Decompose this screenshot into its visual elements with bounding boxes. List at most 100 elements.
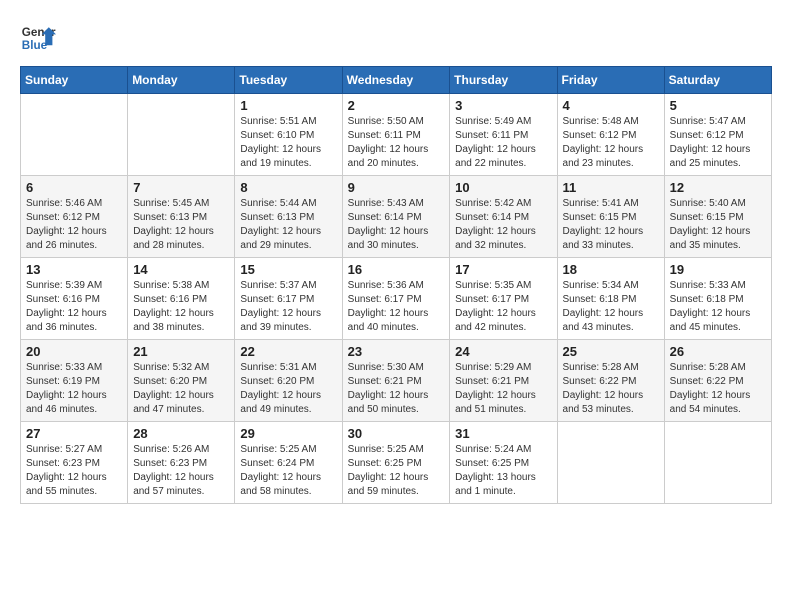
- calendar-cell: [21, 94, 128, 176]
- calendar-cell: [557, 422, 664, 504]
- week-row-1: 1Sunrise: 5:51 AMSunset: 6:10 PMDaylight…: [21, 94, 772, 176]
- weekday-header-friday: Friday: [557, 67, 664, 94]
- calendar-cell: 11 Sunrise: 5:41 AMSunset: 6:15 PMDayligh…: [557, 176, 664, 258]
- calendar-cell: 6 Sunrise: 5:46 AMSunset: 6:12 PMDaylight…: [21, 176, 128, 258]
- day-info: Sunrise: 5:35 AMSunset: 6:17 PMDaylight:…: [455, 279, 551, 335]
- day-info: Sunrise: 5:43 AMSunset: 6:14 PMDaylight:…: [348, 197, 445, 253]
- day-number: 25: [563, 344, 659, 359]
- day-number: 6: [26, 180, 122, 195]
- calendar-table: SundayMondayTuesdayWednesdayThursdayFrid…: [20, 66, 772, 504]
- calendar-cell: 10Sunrise: 5:42 AMSunset: 6:14 PMDayligh…: [450, 176, 557, 258]
- day-number: 5: [670, 98, 766, 113]
- day-number: 27: [26, 426, 122, 441]
- logo-icon: General Blue: [20, 20, 56, 56]
- calendar-cell: 15 Sunrise: 5:37 AMSunset: 6:17 PMDayligh…: [235, 258, 342, 340]
- week-row-3: 13 Sunrise: 5:39 AMSunset: 6:16 PMDayligh…: [21, 258, 772, 340]
- day-info: Sunrise: 5:37 AMSunset: 6:17 PMDaylight:…: [240, 279, 336, 335]
- day-number: 23: [348, 344, 445, 359]
- calendar-cell: 24 Sunrise: 5:29 AMSunset: 6:21 PMDayligh…: [450, 340, 557, 422]
- day-number: 3: [455, 98, 551, 113]
- day-number: 9: [348, 180, 445, 195]
- weekday-header-wednesday: Wednesday: [342, 67, 450, 94]
- calendar-cell: 18 Sunrise: 5:34 AMSunset: 6:18 PMDayligh…: [557, 258, 664, 340]
- calendar-cell: 12 Sunrise: 5:40 AMSunset: 6:15 PMDayligh…: [664, 176, 771, 258]
- day-number: 19: [670, 262, 766, 277]
- calendar-cell: 20Sunrise: 5:33 AMSunset: 6:19 PMDayligh…: [21, 340, 128, 422]
- day-info: Sunrise: 5:32 AMSunset: 6:20 PMDaylight:…: [133, 361, 229, 417]
- calendar-cell: 26 Sunrise: 5:28 AMSunset: 6:22 PMDayligh…: [664, 340, 771, 422]
- day-number: 22: [240, 344, 336, 359]
- calendar-cell: 21 Sunrise: 5:32 AMSunset: 6:20 PMDayligh…: [128, 340, 235, 422]
- weekday-header-tuesday: Tuesday: [235, 67, 342, 94]
- calendar-cell: 19 Sunrise: 5:33 AMSunset: 6:18 PMDayligh…: [664, 258, 771, 340]
- calendar-cell: 13 Sunrise: 5:39 AMSunset: 6:16 PMDayligh…: [21, 258, 128, 340]
- day-number: 31: [455, 426, 551, 441]
- day-number: 17: [455, 262, 551, 277]
- calendar-cell: 5 Sunrise: 5:47 AMSunset: 6:12 PMDaylight…: [664, 94, 771, 176]
- day-info: Sunrise: 5:25 AMSunset: 6:25 PMDaylight:…: [348, 443, 445, 499]
- week-row-4: 20Sunrise: 5:33 AMSunset: 6:19 PMDayligh…: [21, 340, 772, 422]
- day-number: 11: [563, 180, 659, 195]
- calendar-cell: 28Sunrise: 5:26 AMSunset: 6:23 PMDayligh…: [128, 422, 235, 504]
- day-info: Sunrise: 5:50 AMSunset: 6:11 PMDaylight:…: [348, 115, 445, 171]
- day-info: Sunrise: 5:33 AMSunset: 6:19 PMDaylight:…: [26, 361, 122, 417]
- day-number: 7: [133, 180, 229, 195]
- day-number: 18: [563, 262, 659, 277]
- day-info: Sunrise: 5:41 AMSunset: 6:15 PMDaylight:…: [563, 197, 659, 253]
- day-info: Sunrise: 5:25 AMSunset: 6:24 PMDaylight:…: [240, 443, 336, 499]
- day-info: Sunrise: 5:29 AMSunset: 6:21 PMDaylight:…: [455, 361, 551, 417]
- day-info: Sunrise: 5:33 AMSunset: 6:18 PMDaylight:…: [670, 279, 766, 335]
- day-info: Sunrise: 5:28 AMSunset: 6:22 PMDaylight:…: [563, 361, 659, 417]
- day-number: 2: [348, 98, 445, 113]
- day-number: 28: [133, 426, 229, 441]
- weekday-header-row: SundayMondayTuesdayWednesdayThursdayFrid…: [21, 67, 772, 94]
- day-info: Sunrise: 5:40 AMSunset: 6:15 PMDaylight:…: [670, 197, 766, 253]
- calendar-cell: 1Sunrise: 5:51 AMSunset: 6:10 PMDaylight…: [235, 94, 342, 176]
- calendar-cell: 25 Sunrise: 5:28 AMSunset: 6:22 PMDayligh…: [557, 340, 664, 422]
- week-row-5: 27 Sunrise: 5:27 AMSunset: 6:23 PMDayligh…: [21, 422, 772, 504]
- day-number: 10: [455, 180, 551, 195]
- day-number: 30: [348, 426, 445, 441]
- calendar-cell: 2 Sunrise: 5:50 AMSunset: 6:11 PMDaylight…: [342, 94, 450, 176]
- day-info: Sunrise: 5:30 AMSunset: 6:21 PMDaylight:…: [348, 361, 445, 417]
- day-number: 29: [240, 426, 336, 441]
- calendar-cell: 14 Sunrise: 5:38 AMSunset: 6:16 PMDayligh…: [128, 258, 235, 340]
- day-number: 12: [670, 180, 766, 195]
- day-number: 26: [670, 344, 766, 359]
- day-info: Sunrise: 5:28 AMSunset: 6:22 PMDaylight:…: [670, 361, 766, 417]
- day-info: Sunrise: 5:48 AMSunset: 6:12 PMDaylight:…: [563, 115, 659, 171]
- day-number: 15: [240, 262, 336, 277]
- day-number: 13: [26, 262, 122, 277]
- day-info: Sunrise: 5:39 AMSunset: 6:16 PMDaylight:…: [26, 279, 122, 335]
- day-number: 21: [133, 344, 229, 359]
- day-number: 14: [133, 262, 229, 277]
- day-info: Sunrise: 5:36 AMSunset: 6:17 PMDaylight:…: [348, 279, 445, 335]
- weekday-header-thursday: Thursday: [450, 67, 557, 94]
- calendar-cell: 23 Sunrise: 5:30 AMSunset: 6:21 PMDayligh…: [342, 340, 450, 422]
- calendar-cell: 9 Sunrise: 5:43 AMSunset: 6:14 PMDaylight…: [342, 176, 450, 258]
- day-info: Sunrise: 5:47 AMSunset: 6:12 PMDaylight:…: [670, 115, 766, 171]
- day-info: Sunrise: 5:49 AMSunset: 6:11 PMDaylight:…: [455, 115, 551, 171]
- day-info: Sunrise: 5:51 AMSunset: 6:10 PMDaylight:…: [240, 115, 336, 171]
- calendar-cell: 29 Sunrise: 5:25 AMSunset: 6:24 PMDayligh…: [235, 422, 342, 504]
- calendar-cell: 27 Sunrise: 5:27 AMSunset: 6:23 PMDayligh…: [21, 422, 128, 504]
- day-info: Sunrise: 5:38 AMSunset: 6:16 PMDaylight:…: [133, 279, 229, 335]
- page-header: General Blue: [20, 20, 772, 56]
- calendar-cell: [664, 422, 771, 504]
- day-info: Sunrise: 5:46 AMSunset: 6:12 PMDaylight:…: [26, 197, 122, 253]
- weekday-header-saturday: Saturday: [664, 67, 771, 94]
- week-row-2: 6 Sunrise: 5:46 AMSunset: 6:12 PMDaylight…: [21, 176, 772, 258]
- weekday-header-sunday: Sunday: [21, 67, 128, 94]
- day-info: Sunrise: 5:45 AMSunset: 6:13 PMDaylight:…: [133, 197, 229, 253]
- calendar-cell: 22 Sunrise: 5:31 AMSunset: 6:20 PMDayligh…: [235, 340, 342, 422]
- day-info: Sunrise: 5:44 AMSunset: 6:13 PMDaylight:…: [240, 197, 336, 253]
- day-info: Sunrise: 5:27 AMSunset: 6:23 PMDaylight:…: [26, 443, 122, 499]
- calendar-cell: 30 Sunrise: 5:25 AMSunset: 6:25 PMDayligh…: [342, 422, 450, 504]
- day-info: Sunrise: 5:31 AMSunset: 6:20 PMDaylight:…: [240, 361, 336, 417]
- day-number: 24: [455, 344, 551, 359]
- day-number: 8: [240, 180, 336, 195]
- day-info: Sunrise: 5:24 AMSunset: 6:25 PMDaylight:…: [455, 443, 551, 499]
- weekday-header-monday: Monday: [128, 67, 235, 94]
- calendar-cell: 4Sunrise: 5:48 AMSunset: 6:12 PMDaylight…: [557, 94, 664, 176]
- day-info: Sunrise: 5:34 AMSunset: 6:18 PMDaylight:…: [563, 279, 659, 335]
